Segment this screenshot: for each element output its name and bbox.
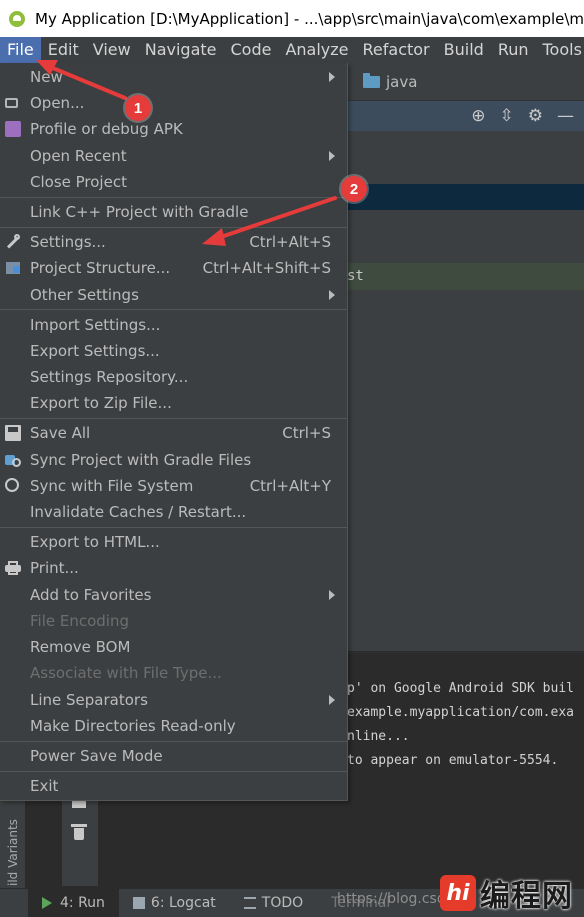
step-badge-2: 2 xyxy=(341,176,367,202)
annotation-arrow-1 xyxy=(36,60,125,98)
annotation-arrows xyxy=(0,0,584,916)
annotation-arrow-2 xyxy=(202,198,335,246)
step-badge-1: 1 xyxy=(125,95,151,121)
